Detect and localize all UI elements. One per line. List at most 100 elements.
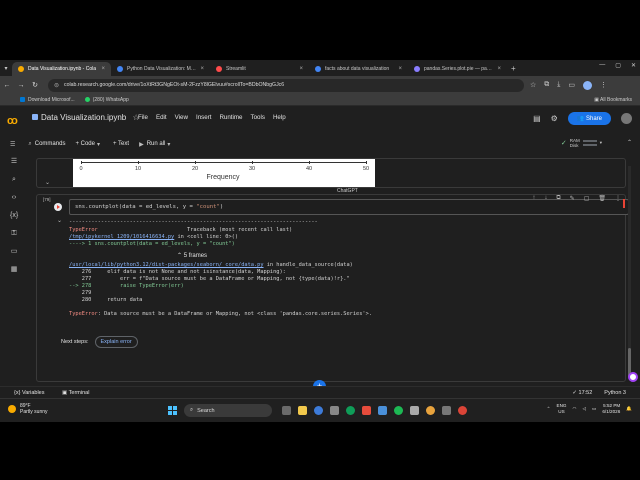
maximize-icon[interactable]: ▢ xyxy=(615,62,621,69)
toolbar-collapse-icon[interactable]: ⌃ xyxy=(627,139,632,146)
app-icon[interactable] xyxy=(330,406,339,415)
close-tab-icon[interactable]: × xyxy=(497,66,501,72)
terminal-button[interactable]: ▣ Terminal xyxy=(62,390,89,396)
resource-indicator[interactable]: ✓ RAM Disk ▾ xyxy=(561,138,602,148)
battery-icon[interactable]: ▭ xyxy=(592,406,596,412)
menu-edit[interactable]: Edit xyxy=(156,114,167,121)
tab-python-data-viz[interactable]: Python Data Visualization: Ma... × xyxy=(111,62,210,76)
user-avatar[interactable] xyxy=(621,113,632,124)
add-code-button[interactable]: + Code ▾ xyxy=(75,141,103,148)
explain-error-button[interactable]: Explain error xyxy=(94,336,138,348)
tab-pandas[interactable]: pandas.Series.plot.pie — pand... × xyxy=(408,62,507,76)
bookmark-download-microsoft[interactable]: Download Microsof... xyxy=(20,97,75,103)
profile-avatar[interactable] xyxy=(583,80,593,90)
delete-icon[interactable]: 🗑 xyxy=(598,195,606,202)
menu-runtime[interactable]: Runtime xyxy=(219,114,242,121)
runtime-label[interactable]: Python 3 xyxy=(604,390,626,396)
files-folder-icon[interactable]: ▭ xyxy=(10,248,18,256)
windows-start-icon[interactable] xyxy=(168,406,177,415)
output-actions-icon[interactable]: ⌄ xyxy=(57,217,62,224)
settings-gear-icon[interactable]: ⚙ xyxy=(551,114,558,123)
taskbar-search[interactable]: ⌕ Search xyxy=(184,404,272,417)
move-down-icon[interactable]: ↓ xyxy=(544,195,547,202)
bookmark-whatsapp[interactable]: (280) WhatsApp xyxy=(84,97,129,103)
tab-colab[interactable]: Data Visualization.ipynb - Cola × xyxy=(12,62,111,76)
mirror-cell-icon[interactable]: ▢ xyxy=(584,195,590,202)
app-icon[interactable] xyxy=(410,406,419,415)
copilot-icon[interactable] xyxy=(314,406,323,415)
secrets-key-icon[interactable]: ⚿ xyxy=(10,230,18,238)
language-indicator[interactable]: ENG US xyxy=(557,403,567,415)
menu-help[interactable]: Help xyxy=(273,114,286,121)
address-bar[interactable]: ⊜ colab.research.google.com/drive/1oXtRt… xyxy=(48,78,524,92)
file-explorer-icon[interactable] xyxy=(298,406,307,415)
search-icon[interactable]: ⌕ xyxy=(10,176,18,184)
volume-icon[interactable]: ◁ xyxy=(582,406,586,412)
new-tab-button[interactable]: + xyxy=(511,64,516,73)
link-icon[interactable]: ⧉ xyxy=(556,195,560,202)
reload-icon[interactable]: ↻ xyxy=(28,81,42,89)
menu-tools[interactable]: Tools xyxy=(251,114,265,121)
more-options-icon[interactable]: ⋮ xyxy=(615,195,621,202)
notification-bell-icon[interactable]: 🔔 xyxy=(626,406,632,412)
chrome-icon[interactable] xyxy=(426,406,435,415)
wifi-icon[interactable]: ◠ xyxy=(572,406,576,412)
task-view-icon[interactable] xyxy=(282,406,291,415)
close-tab-icon[interactable]: × xyxy=(299,66,303,72)
chevron-down-icon[interactable]: ▾ xyxy=(600,140,602,146)
collapse-chevron-icon[interactable]: ⌄ xyxy=(45,179,50,186)
menu-insert[interactable]: Insert xyxy=(196,114,211,121)
bookmark-star-icon[interactable]: ☆ xyxy=(530,81,536,89)
traceback-link[interactable]: /usr/local/lib/python3.12/dist-packages/… xyxy=(69,262,264,268)
frames-toggle[interactable]: ⌃ 5 frames xyxy=(177,252,207,259)
colab-logo-icon[interactable]: co xyxy=(7,115,18,127)
terminal-icon[interactable]: ▦ xyxy=(10,266,18,274)
tab-search-icon[interactable]: ▾ xyxy=(0,65,12,72)
code-snippets-icon[interactable]: ‹› xyxy=(10,194,18,202)
commands-button[interactable]: ⌕ Commands xyxy=(28,141,65,148)
share-button[interactable]: 👥 Share xyxy=(567,112,611,125)
back-icon[interactable]: ← xyxy=(0,82,14,89)
menu-hamburger-icon[interactable]: ☰ xyxy=(10,141,18,148)
menu-view[interactable]: View xyxy=(175,114,188,121)
sidebar-icon[interactable]: ▭ xyxy=(568,81,575,89)
comments-icon[interactable]: ▤ xyxy=(533,114,541,123)
minimize-icon[interactable]: — xyxy=(599,62,605,69)
close-window-icon[interactable]: ✕ xyxy=(631,62,636,69)
notebook-scrollbar[interactable] xyxy=(628,166,631,378)
forward-icon[interactable]: → xyxy=(14,82,28,89)
execution-time[interactable]: ✓ 17:52 xyxy=(572,390,592,396)
chatgpt-overlay-label[interactable]: ChatGPT xyxy=(337,188,358,194)
variables-button[interactable]: {x} Variables xyxy=(14,390,44,396)
table-of-contents-icon[interactable]: ☰ xyxy=(10,158,18,166)
add-text-button[interactable]: + Text xyxy=(113,141,129,147)
edit-icon[interactable]: ✎ xyxy=(570,195,575,202)
close-tab-icon[interactable]: × xyxy=(398,66,402,72)
extensions-icon[interactable]: ⧉ xyxy=(544,81,549,89)
close-tab-icon[interactable]: × xyxy=(200,66,204,72)
browser-menu-icon[interactable]: ⋮ xyxy=(600,81,607,89)
site-info-icon[interactable]: ⊜ xyxy=(54,82,59,89)
taskbar-clock[interactable]: 5:52 PM 6/1/2026 xyxy=(602,403,620,415)
edge-browser-icon[interactable] xyxy=(346,406,355,415)
variables-icon[interactable]: {x} xyxy=(10,212,18,220)
spotify-icon[interactable] xyxy=(394,406,403,415)
notebook-title[interactable]: Data Visualization.ipynb ☆ xyxy=(32,113,140,122)
tray-overflow-icon[interactable]: ⌃ xyxy=(547,406,551,412)
run-all-button[interactable]: ▶ Run all ▾ xyxy=(139,141,173,148)
tab-facts[interactable]: facts about data visualization × xyxy=(309,62,408,76)
close-tab-icon[interactable]: × xyxy=(101,66,105,72)
download-icon[interactable]: ⤓ xyxy=(557,81,560,89)
traceback-link[interactable]: /tmp/ipykernel_1209/1016416634.py xyxy=(69,234,174,240)
all-bookmarks-button[interactable]: ▣ All Bookmarks xyxy=(594,97,632,103)
tab-streamlit[interactable]: Streamlit × xyxy=(210,62,309,76)
move-up-icon[interactable]: ↑ xyxy=(532,195,535,202)
store-icon[interactable] xyxy=(362,406,371,415)
chrome-profile-icon[interactable] xyxy=(458,406,467,415)
assistant-bubble-icon[interactable] xyxy=(628,372,638,382)
menu-file[interactable]: File xyxy=(138,114,148,121)
run-cell-button[interactable] xyxy=(54,203,62,211)
mail-icon[interactable] xyxy=(378,406,387,415)
weather-widget[interactable]: 89°F Partly sunny xyxy=(8,403,48,415)
terminal-app-icon[interactable] xyxy=(442,406,451,415)
